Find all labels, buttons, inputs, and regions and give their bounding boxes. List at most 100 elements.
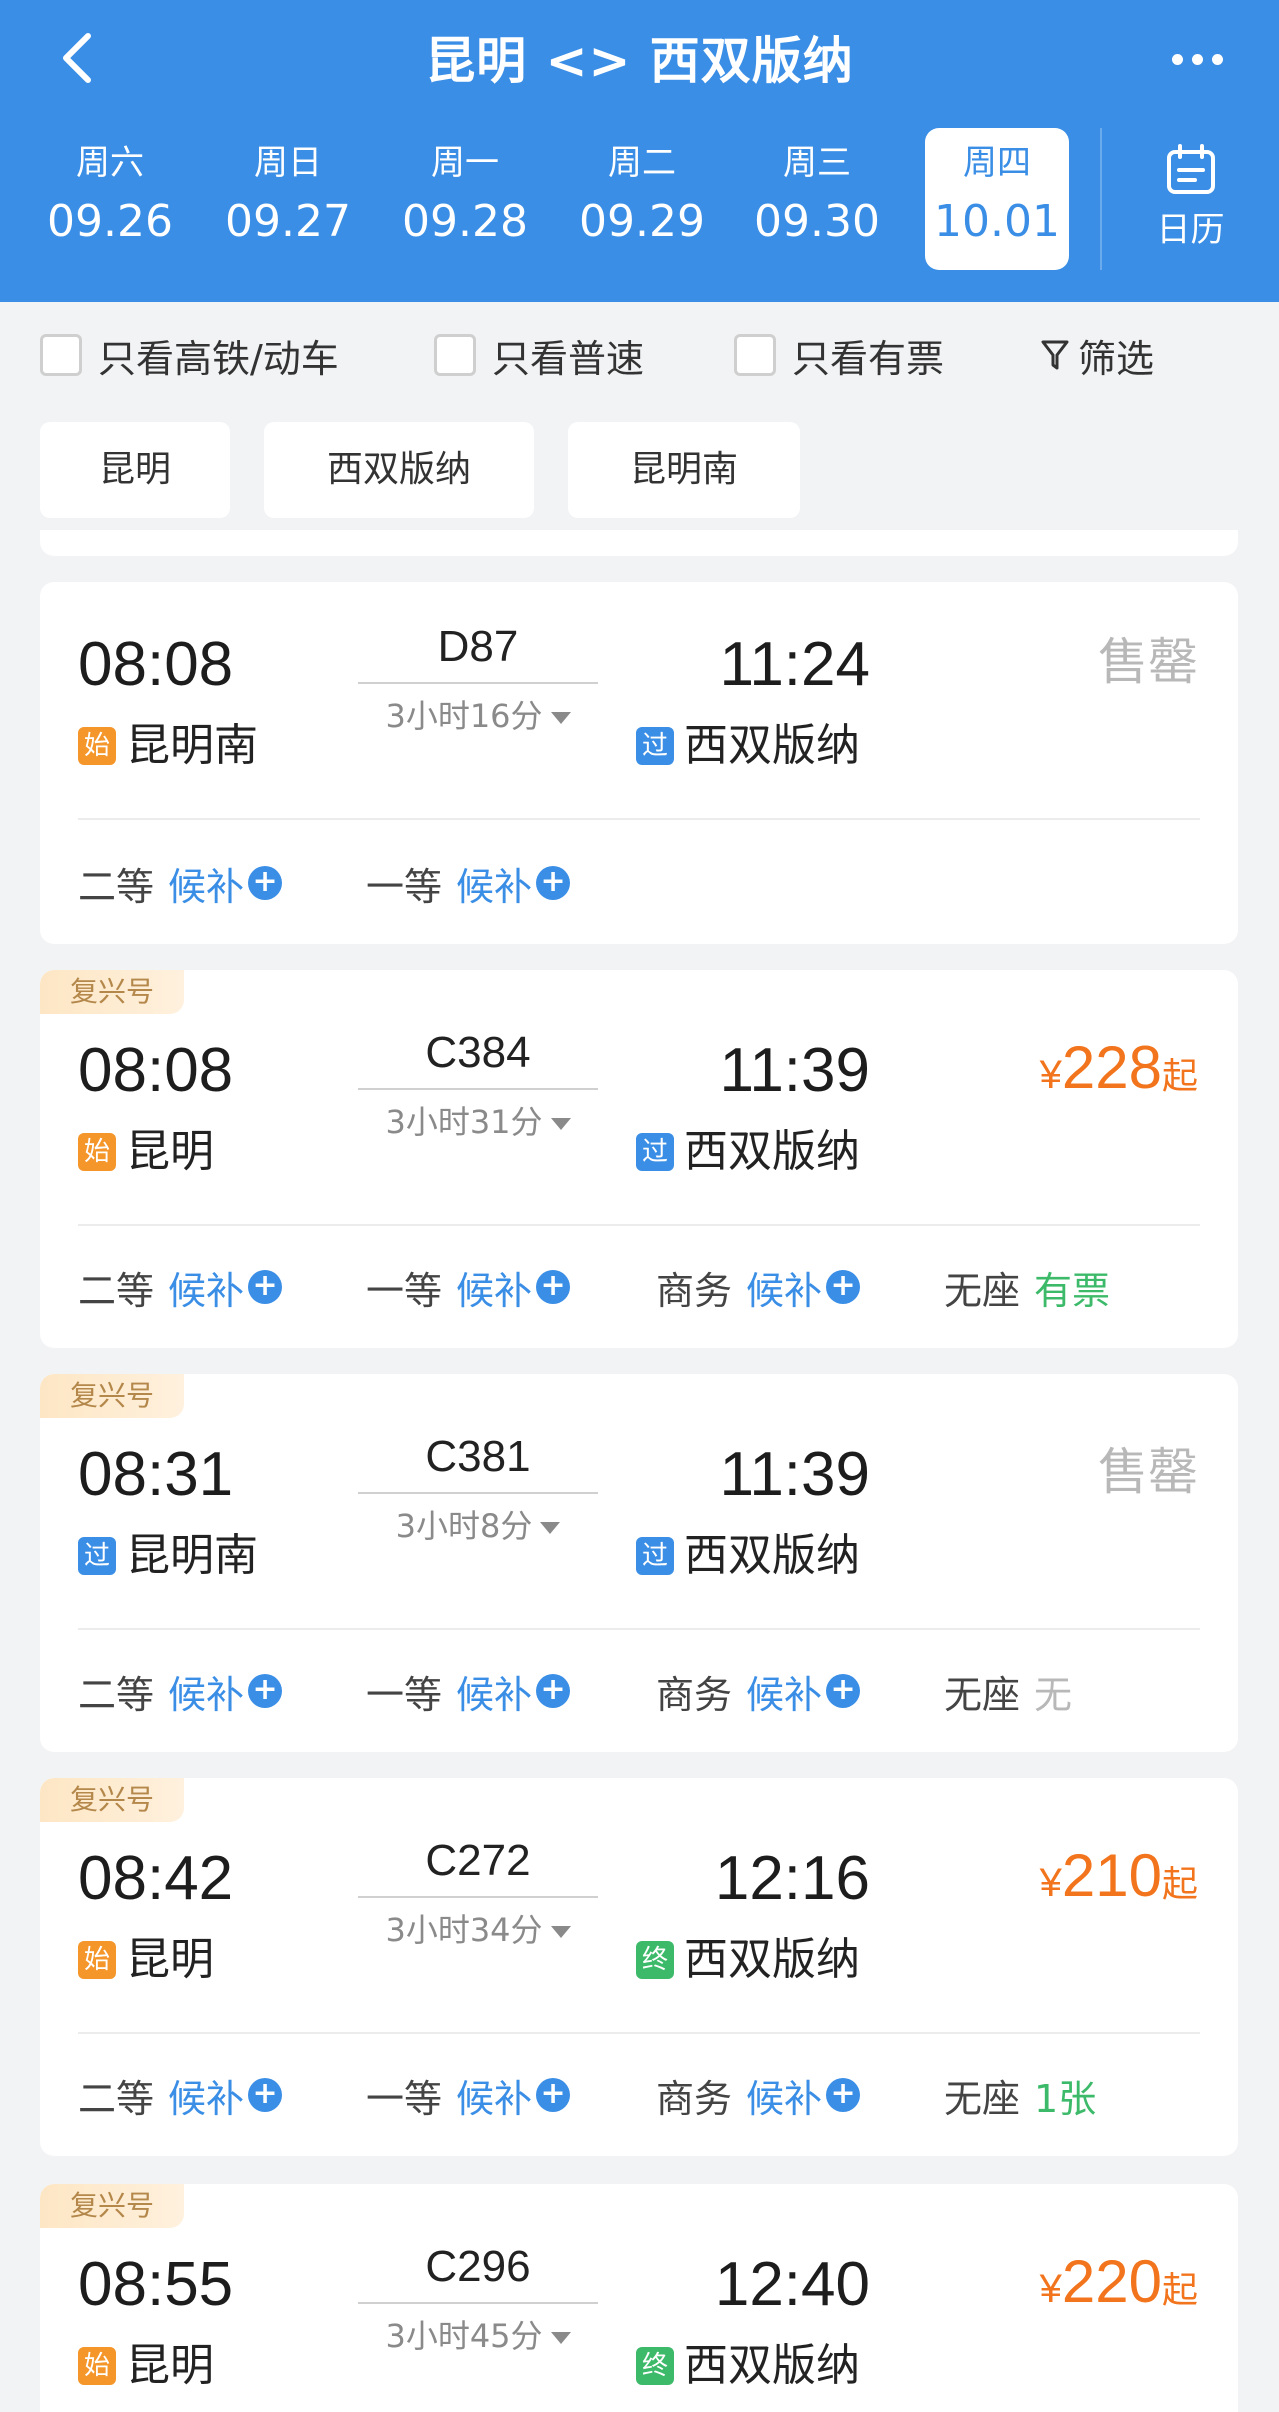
duration[interactable]: 3小时16分 xyxy=(358,696,598,736)
pass-station-badge: 过 xyxy=(636,1537,674,1575)
departure-time: 08:42 xyxy=(78,1844,234,1913)
train-card[interactable]: 复兴号 08:31 C381 3小时8分 11:39 售罄 过 昆明南 过 西双… xyxy=(40,1374,1238,1752)
high-speed-checkbox[interactable]: 只看高铁/动车 xyxy=(40,332,339,381)
pass-station-badge: 过 xyxy=(636,1133,674,1171)
plus-circle-icon: + xyxy=(536,2078,571,2112)
calendar-label: 日历 xyxy=(1156,210,1225,250)
departure-station-name: 昆明 xyxy=(126,1126,214,1177)
filter-button[interactable]: 筛选 xyxy=(1040,332,1154,381)
caret-down-icon xyxy=(540,1522,561,1534)
pass-station-badge: 过 xyxy=(78,1537,116,1575)
more-dot xyxy=(1191,53,1203,65)
fuxing-badge: 复兴号 xyxy=(40,1374,184,1418)
price-value: 220 xyxy=(1061,2248,1162,2315)
seat-business-class[interactable]: 商务 候补 + xyxy=(656,1262,861,1313)
price-value: 228 xyxy=(1061,1034,1162,1101)
arrival-station: 过 西双版纳 xyxy=(636,1126,860,1178)
seat-business-class[interactable]: 商务 候补 + xyxy=(656,2070,861,2121)
date-tab-weekday: 周三 xyxy=(783,143,851,183)
seat-second-class[interactable]: 二等 候补 + xyxy=(78,858,283,909)
seat-status: 候补 xyxy=(746,2076,823,2121)
seat-first-class[interactable]: 一等 候补 + xyxy=(366,1262,571,1313)
seat-class: 一等 xyxy=(366,864,443,909)
seat-status: 有票 xyxy=(1034,1268,1111,1313)
more-dot xyxy=(1211,53,1223,65)
date-tab[interactable]: 周三 09.30 xyxy=(745,128,889,270)
normal-speed-checkbox[interactable]: 只看普速 xyxy=(434,332,644,381)
duration[interactable]: 3小时34分 xyxy=(358,1910,598,1950)
has-ticket-checkbox[interactable]: 只看有票 xyxy=(734,332,944,381)
departure-station-name: 昆明南 xyxy=(126,720,258,771)
duration[interactable]: 3小时31分 xyxy=(358,1102,598,1142)
seat-first-class[interactable]: 一等 候补 + xyxy=(366,858,571,909)
price: ¥210起 xyxy=(1040,1844,1198,1924)
date-tab[interactable]: 周一 09.28 xyxy=(393,128,537,270)
date-tab[interactable]: 周二 09.29 xyxy=(570,128,714,270)
departure-time: 08:08 xyxy=(78,1036,234,1105)
date-tab[interactable]: 周六 09.26 xyxy=(38,128,182,270)
seat-no-seat[interactable]: 无座 无 xyxy=(944,1666,1072,1717)
duration-text: 3小时45分 xyxy=(385,2317,543,2355)
seat-second-class[interactable]: 二等 候补 + xyxy=(78,1666,283,1717)
seat-status: 1张 xyxy=(1034,2076,1097,2121)
station-chip[interactable]: 西双版纳 xyxy=(264,422,534,518)
funnel-icon xyxy=(1041,340,1069,370)
date-tabs: 周六 09.26 周日 09.27 周一 09.28 周二 09.29 周三 0… xyxy=(0,128,1100,270)
seat-business-class[interactable]: 商务 候补 + xyxy=(656,1666,861,1717)
seat-no-seat[interactable]: 无座 1张 xyxy=(944,2070,1097,2121)
seat-class: 一等 xyxy=(366,2076,443,2121)
seat-second-class[interactable]: 二等 候补 + xyxy=(78,2070,283,2121)
seat-status: 候补 xyxy=(456,2076,533,2121)
train-card[interactable]: 复兴号 08:42 C272 3小时34分 12:16 ¥210起 始 昆明 终… xyxy=(40,1778,1238,2156)
seat-first-class[interactable]: 一等 候补 + xyxy=(366,1666,571,1717)
arrival-station-name: 西双版纳 xyxy=(684,720,860,771)
date-tab[interactable]: 周日 09.27 xyxy=(216,128,360,270)
seat-status: 候补 xyxy=(168,2076,245,2121)
date-tab-date: 09.28 xyxy=(402,196,528,247)
train-card[interactable]: 复兴号 08:08 C384 3小时31分 11:39 ¥228起 始 昆明 过… xyxy=(40,970,1238,1348)
train-number: C384 xyxy=(425,1028,531,1077)
divider xyxy=(78,2032,1200,2034)
seat-second-class[interactable]: 二等 候补 + xyxy=(78,1262,283,1313)
caret-down-icon xyxy=(550,712,571,724)
pass-station-badge: 过 xyxy=(636,727,674,765)
train-number: C272 xyxy=(425,1836,531,1885)
seat-class: 商务 xyxy=(656,1268,733,1313)
plus-circle-icon: + xyxy=(536,1674,571,1708)
arrival-time: 11:39 xyxy=(719,1440,870,1509)
fuxing-badge: 复兴号 xyxy=(40,2184,184,2228)
train-number: C381 xyxy=(425,1432,531,1481)
train-card[interactable]: 复兴号 08:55 C296 3小时45分 12:40 ¥220起 始 昆明 终… xyxy=(40,2184,1238,2412)
departure-station: 过 昆明南 xyxy=(78,1530,258,1582)
plus-circle-icon: + xyxy=(826,1674,861,1708)
seat-status: 候补 xyxy=(168,1268,245,1313)
caret-down-icon xyxy=(550,2332,571,2344)
date-tab-active[interactable]: 周四 10.01 xyxy=(925,128,1069,270)
arrival-time: 12:40 xyxy=(714,2250,870,2319)
duration[interactable]: 3小时45分 xyxy=(358,2316,598,2356)
train-number: D87 xyxy=(437,622,519,671)
seat-first-class[interactable]: 一等 候补 + xyxy=(366,2070,571,2121)
duration-text: 3小时31分 xyxy=(385,1103,543,1141)
date-tab-weekday: 周一 xyxy=(431,143,499,183)
station-chip[interactable]: 昆明 xyxy=(40,422,230,518)
seat-class: 无座 xyxy=(944,1672,1021,1717)
calendar-button[interactable]: 日历 xyxy=(1100,128,1279,270)
seat-status: 候补 xyxy=(746,1268,823,1313)
seat-class: 二等 xyxy=(78,2076,155,2121)
duration-text: 3小时34分 xyxy=(385,1911,543,1949)
price-suffix: 起 xyxy=(1161,1056,1198,1097)
arrival-station: 过 西双版纳 xyxy=(636,1530,860,1582)
departure-station: 始 昆明南 xyxy=(78,720,258,772)
plus-circle-icon: + xyxy=(248,866,283,900)
seat-class: 一等 xyxy=(366,1268,443,1313)
seat-no-seat[interactable]: 无座 有票 xyxy=(944,1262,1111,1313)
checkbox-box xyxy=(734,334,776,376)
departure-station-name: 昆明南 xyxy=(126,1530,258,1581)
price: ¥220起 xyxy=(1040,2250,1198,2330)
station-chip[interactable]: 昆明南 xyxy=(568,422,800,518)
train-card[interactable]: 08:08 D87 3小时16分 11:24 售罄 始 昆明南 过 西双版纳 二… xyxy=(40,582,1238,944)
caret-down-icon xyxy=(550,1118,571,1130)
duration[interactable]: 3小时8分 xyxy=(358,1506,598,1546)
more-button[interactable] xyxy=(1157,34,1237,84)
